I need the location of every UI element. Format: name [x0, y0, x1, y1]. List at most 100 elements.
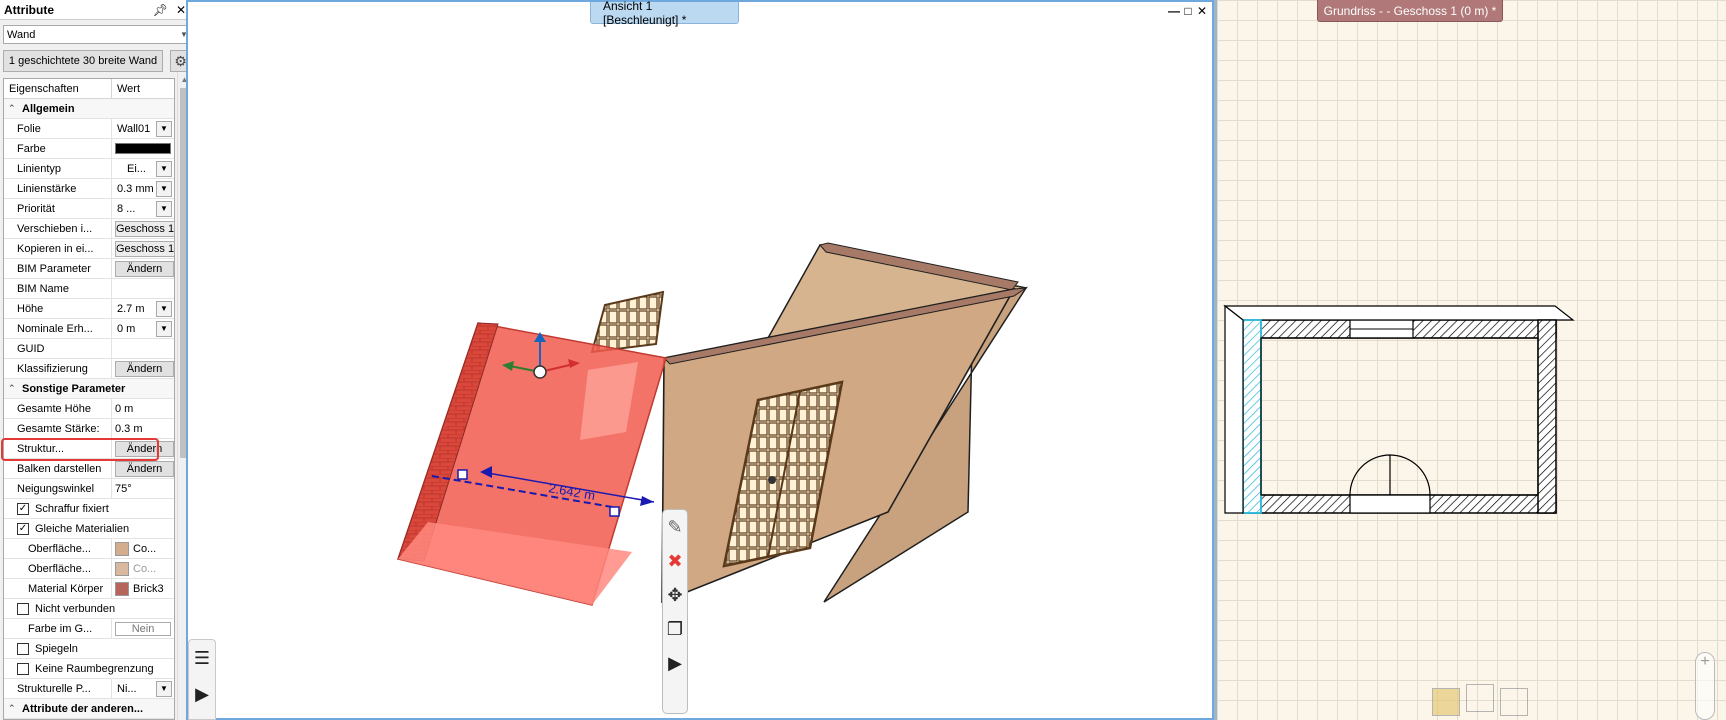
3d-scene[interactable]: 2.642 m [188, 2, 1212, 718]
chevron-down-icon[interactable]: ▼ [156, 180, 172, 197]
height-select[interactable]: 2.7 m [115, 301, 156, 317]
floor-plan-view[interactable]: Grundriss - - Geschoss 1 (0 m) * + [1214, 0, 1726, 720]
play-icon[interactable]: ▶ [189, 676, 215, 712]
show-beams-button[interactable]: Ändern [115, 460, 174, 477]
lineweight-select[interactable]: 0.3 mm [115, 181, 156, 197]
maximize-icon[interactable]: □ [1182, 4, 1194, 18]
prop-row-kopieren[interactable]: Kopieren in ei... Geschoss 1 [4, 239, 174, 259]
folie-select[interactable]: Wall01 [115, 121, 156, 137]
bim-name-value[interactable] [112, 279, 174, 298]
surface-material-value[interactable]: Co... [133, 543, 156, 555]
prop-row-balken[interactable]: Balken darstellen Ändern [4, 459, 174, 479]
prop-row-oberflaeche-2[interactable]: Oberfläche... Co... [4, 559, 174, 579]
plan-wall-right[interactable] [1537, 319, 1557, 514]
classification-button[interactable]: Ändern [115, 360, 174, 377]
prop-row-verschieben[interactable]: Verschieben i... Geschoss 1 [4, 219, 174, 239]
prop-row-struktur[interactable]: Struktur... Ändern [4, 439, 174, 459]
chevron-down-icon[interactable]: ▼ [156, 680, 172, 697]
priority-select[interactable]: 8 ... [115, 201, 156, 217]
prop-name: Nominale Erh... [4, 319, 112, 338]
prop-row-farbe[interactable]: Farbe [4, 139, 174, 159]
close-icon[interactable]: ✕ [176, 3, 186, 17]
copy-to-floor-button[interactable]: Geschoss 1 [115, 240, 174, 257]
no-room-boundary-checkbox[interactable] [17, 662, 29, 675]
prop-row-gleiche-materialien[interactable]: ✓ Gleiche Materialien [4, 519, 174, 539]
material-swatch[interactable] [115, 541, 129, 556]
group-other-parameters[interactable]: ⌃ Sonstige Parameter [4, 379, 174, 399]
prop-row-bim-name[interactable]: BIM Name [4, 279, 174, 299]
wall-type-button[interactable]: 1 geschichtete 30 breite Wand [3, 50, 163, 72]
structure-button[interactable]: Ändern [115, 440, 174, 457]
bim-parameter-button[interactable]: Ändern [115, 260, 174, 277]
cube-top-icon[interactable] [1432, 688, 1460, 716]
not-connected-checkbox[interactable] [17, 602, 29, 615]
color-in-plan-toggle[interactable]: Nein [115, 621, 171, 636]
material-swatch[interactable] [115, 581, 129, 596]
list-icon[interactable]: ☰ [189, 640, 215, 676]
tilt-angle-input[interactable]: 75° [112, 479, 174, 498]
floor-plan-drawing[interactable] [1217, 0, 1726, 720]
prop-row-schraffur[interactable]: ✓ Schraffur fixiert [4, 499, 174, 519]
material-swatch[interactable] [115, 561, 129, 576]
plan-wall-left-selected[interactable] [1242, 319, 1262, 514]
prop-row-nicht-verbunden[interactable]: Nicht verbunden [4, 599, 174, 619]
house-icon[interactable] [1500, 688, 1528, 716]
prop-row-linienstaerke[interactable]: Linienstärke 0.3 mm ▼ [4, 179, 174, 199]
group-other-attributes[interactable]: ⌃ Attribute der anderen... [4, 699, 174, 719]
prop-row-prioritaet[interactable]: Priorität 8 ... ▼ [4, 199, 174, 219]
rear-window[interactable] [590, 290, 665, 354]
prop-row-strukturelle[interactable]: Strukturelle P... Ni... ▼ [4, 679, 174, 699]
gizmo-center[interactable] [533, 365, 547, 379]
tab-3d-view[interactable]: Ansicht 1 [Beschleunigt] * [590, 0, 739, 27]
zoom-control[interactable]: + [1695, 652, 1715, 720]
minimize-icon[interactable]: — [1168, 4, 1180, 18]
nominal-elevation-select[interactable]: 0 m [115, 321, 156, 337]
grip-handle-2[interactable] [609, 506, 620, 517]
move-to-floor-button[interactable]: Geschoss 1 [115, 220, 174, 237]
structural-select[interactable]: Ni... [115, 681, 156, 697]
prop-row-neigungswinkel[interactable]: Neigungswinkel 75° [4, 479, 174, 499]
prop-row-spiegeln[interactable]: Spiegeln [4, 639, 174, 659]
chevron-down-icon[interactable]: ▼ [156, 120, 172, 137]
body-material-value[interactable]: Brick3 [133, 583, 164, 595]
prop-row-nominale[interactable]: Nominale Erh... 0 m ▼ [4, 319, 174, 339]
prop-row-hoehe[interactable]: Höhe 2.7 m ▼ [4, 299, 174, 319]
chevron-down-icon[interactable]: ▼ [156, 300, 172, 317]
same-materials-checkbox[interactable]: ✓ [17, 522, 29, 535]
group-general[interactable]: ⌃ Allgemein [4, 99, 174, 119]
mirror-checkbox[interactable] [17, 642, 29, 655]
move-icon[interactable]: ✥ [663, 578, 687, 612]
grip-handle-1[interactable] [457, 469, 468, 480]
cube-iso-icon[interactable] [1466, 684, 1494, 712]
prop-row-gesamte-staerke[interactable]: Gesamte Stärke: 0.3 m [4, 419, 174, 439]
linetype-select[interactable]: Ei... [115, 161, 156, 177]
prop-row-bim-parameter[interactable]: BIM Parameter Ändern [4, 259, 174, 279]
surface-material-value[interactable]: Co... [133, 563, 156, 575]
prop-row-material-koerper[interactable]: Material Körper Brick3 [4, 579, 174, 599]
prop-row-folie[interactable]: Folie Wall01 ▼ [4, 119, 174, 139]
prop-row-klassifizierung[interactable]: Klassifizierung Ändern [4, 359, 174, 379]
prop-row-gesamte-hoehe[interactable]: Gesamte Höhe 0 m [4, 399, 174, 419]
prop-row-guid[interactable]: GUID [4, 339, 174, 359]
expand-icon[interactable]: ▶ [663, 646, 687, 680]
prop-row-keine-raumbegrenzung[interactable]: Keine Raumbegrenzung [4, 659, 174, 679]
copy-icon[interactable]: ❐ [663, 612, 687, 646]
delete-icon[interactable]: ✖ [663, 544, 687, 578]
close-icon[interactable]: ✕ [1196, 4, 1208, 18]
chevron-down-icon[interactable]: ▼ [156, 320, 172, 337]
prop-row-farbe-im-g[interactable]: Farbe im G... Nein [4, 619, 174, 639]
pencil-icon[interactable]: ✎ [663, 510, 687, 544]
prop-row-oberflaeche-1[interactable]: Oberfläche... Co... [4, 539, 174, 559]
pin-icon[interactable]: 📌︎ [153, 3, 168, 17]
group-label: Attribute der anderen... [22, 702, 144, 715]
guid-value [112, 339, 174, 358]
view-3d[interactable]: 2.642 m Ansicht 1 [Beschleunigt] * — □ ✕… [186, 0, 1214, 720]
zoom-in-icon[interactable]: + [1700, 653, 1709, 719]
hatch-fixed-checkbox[interactable]: ✓ [17, 502, 29, 515]
prop-row-linientyp[interactable]: Linientyp Ei... ▼ [4, 159, 174, 179]
plan-door-opening[interactable] [1349, 494, 1431, 514]
element-type-select[interactable]: Wand ▼ [3, 25, 192, 44]
chevron-down-icon[interactable]: ▼ [156, 160, 172, 177]
chevron-down-icon[interactable]: ▼ [156, 200, 172, 217]
color-swatch[interactable] [115, 143, 171, 154]
